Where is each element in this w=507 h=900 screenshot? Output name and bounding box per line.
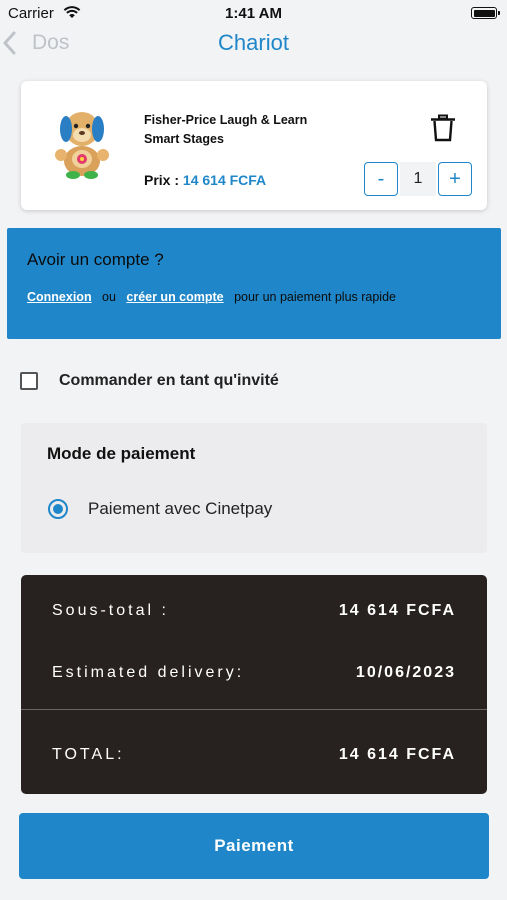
quantity-value: 1 xyxy=(400,162,436,196)
total-value: 14 614 FCFA xyxy=(338,746,456,763)
clock-time: 1:41 AM xyxy=(225,5,282,22)
pay-button[interactable]: Paiement xyxy=(19,813,489,879)
product-name: Fisher-Price Laugh & Learn Smart Stages xyxy=(144,113,308,146)
subtotal-value: 14 614 FCFA xyxy=(338,602,456,619)
cinetpay-option-label[interactable]: Paiement avec Cinetpay xyxy=(88,499,272,519)
price-label: Prix : xyxy=(144,172,180,188)
quantity-stepper: - 1 + xyxy=(364,162,474,198)
payment-method-section: Mode de paiement Paiement avec Cinetpay xyxy=(21,423,487,553)
delivery-value: 10/06/2023 xyxy=(355,664,456,681)
navigation-bar: Dos Chariot xyxy=(0,28,507,60)
subtotal-label: Sous-total : xyxy=(52,602,169,619)
guest-checkout-checkbox[interactable] xyxy=(20,372,38,390)
summary-divider xyxy=(21,709,487,710)
account-prompt-title: Avoir un compte ? xyxy=(27,250,164,269)
price-row: Prix : 14 614 FCFA xyxy=(144,172,266,188)
guest-checkout-row[interactable]: Commander en tant qu'invité xyxy=(20,370,279,392)
increase-quantity-button[interactable]: + xyxy=(438,162,472,196)
total-label: TOTAL: xyxy=(52,746,125,763)
account-links-row: Connexion ou créer un compte pour un pai… xyxy=(27,290,396,304)
cinetpay-radio-button[interactable] xyxy=(48,499,68,519)
faster-payment-text: pour un paiement plus rapide xyxy=(234,290,396,304)
toy-puppy-image xyxy=(55,112,109,179)
cart-item-card: Fisher-Price Laugh & Learn Smart Stages … xyxy=(21,81,487,210)
trash-icon[interactable] xyxy=(430,114,456,142)
payment-method-title: Mode de paiement xyxy=(47,444,196,463)
login-link[interactable]: Connexion xyxy=(27,290,92,304)
decrease-quantity-button[interactable]: - xyxy=(364,162,398,196)
delivery-label: Estimated delivery: xyxy=(52,664,245,681)
order-summary: Sous-total : 14 614 FCFA Estimated deliv… xyxy=(21,575,487,794)
status-bar: Carrier 1:41 AM xyxy=(0,0,507,28)
price-value: 14 614 FCFA xyxy=(182,172,267,188)
account-prompt-box: Avoir un compte ? Connexion ou créer un … xyxy=(7,228,501,339)
battery-icon xyxy=(471,7,500,19)
page-title: Chariot xyxy=(218,30,289,55)
guest-checkout-label: Commander en tant qu'invité xyxy=(59,372,279,389)
or-text: ou xyxy=(102,290,116,304)
signup-link[interactable]: créer un compte xyxy=(126,290,223,304)
